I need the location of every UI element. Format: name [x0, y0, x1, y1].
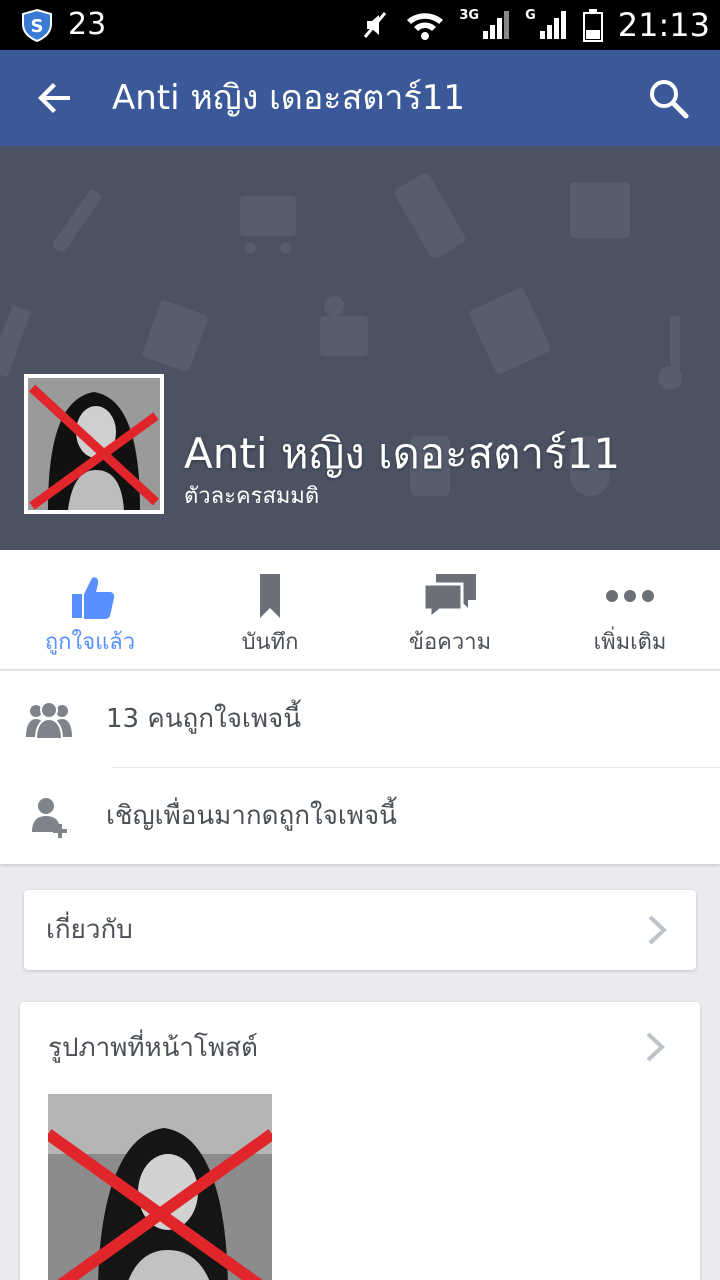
status-bar: S 23 3G G 21:13 [0, 0, 720, 50]
about-title: เกี่ยวกับ [46, 915, 133, 945]
bookmark-icon [260, 574, 280, 618]
cover-photo[interactable]: Anti หญิง เดอะสตาร์11 ตัวละครสมมติ [0, 146, 720, 550]
more-icon [606, 590, 654, 602]
add-friend-icon [32, 798, 67, 838]
battery-icon [582, 9, 603, 42]
arrow-left-icon[interactable] [30, 74, 78, 122]
page-info-list: 13 คนถูกใจเพจนี้ เชิญเพื่อนมากดถูกใจเพจน… [0, 671, 720, 864]
page-name: Anti หญิง เดอะสตาร์11 [184, 429, 621, 478]
search-icon[interactable] [646, 76, 690, 120]
action-bar: ถูกใจแล้ว บันทึก ข้อความ เพิ่มเติม [0, 550, 720, 670]
post-photo-thumbnail[interactable] [48, 1094, 272, 1280]
clock: 21:13 [617, 6, 710, 44]
wifi-icon [407, 13, 444, 40]
network-g-label: G [525, 7, 536, 23]
chevron-right-icon [646, 1032, 665, 1062]
mute-icon [364, 12, 387, 38]
photos-card[interactable]: รูปภาพที่หน้าโพสต์ [20, 1002, 700, 1280]
message-label: ข้อความ [408, 630, 492, 655]
app-bar: Anti หญิง เดอะสตาร์11 [0, 50, 720, 146]
message-button[interactable]: ข้อความ [360, 550, 540, 670]
invite-friends-text: เชิญเพื่อนมากดถูกใจเพจนี้ [106, 801, 397, 831]
profile-picture[interactable] [24, 374, 164, 514]
likes-row[interactable]: 13 คนถูกใจเพจนี้ [0, 671, 720, 767]
notification-count: 23 [68, 7, 107, 42]
signal-icon [483, 11, 510, 39]
message-icon [422, 574, 476, 622]
app-bar-title: Anti หญิง เดอะสตาร์11 [112, 78, 466, 118]
thumbs-up-icon [72, 577, 115, 619]
photos-title: รูปภาพที่หน้าโพสต์ [48, 1033, 258, 1063]
more-label: เพิ่มเติม [593, 630, 667, 655]
more-button[interactable]: เพิ่มเติม [540, 550, 720, 670]
chevron-right-icon [648, 915, 667, 945]
likes-count-text: 13 คนถูกใจเพจนี้ [106, 704, 301, 734]
people-icon [26, 701, 72, 740]
about-card[interactable]: เกี่ยวกับ [24, 890, 696, 970]
page-category[interactable]: ตัวละครสมมติ [184, 482, 319, 512]
like-label: ถูกใจแล้ว [44, 630, 136, 655]
svg-text:S: S [31, 16, 44, 37]
signal-icon [539, 11, 566, 39]
invite-row[interactable]: เชิญเพื่อนมากดถูกใจเพจนี้ [0, 768, 720, 864]
shield-icon: S [22, 8, 52, 42]
network-3g-label: 3G [459, 7, 480, 23]
like-button[interactable]: ถูกใจแล้ว [0, 550, 180, 670]
save-label: บันทึก [241, 630, 299, 655]
save-button[interactable]: บันทึก [180, 550, 360, 670]
